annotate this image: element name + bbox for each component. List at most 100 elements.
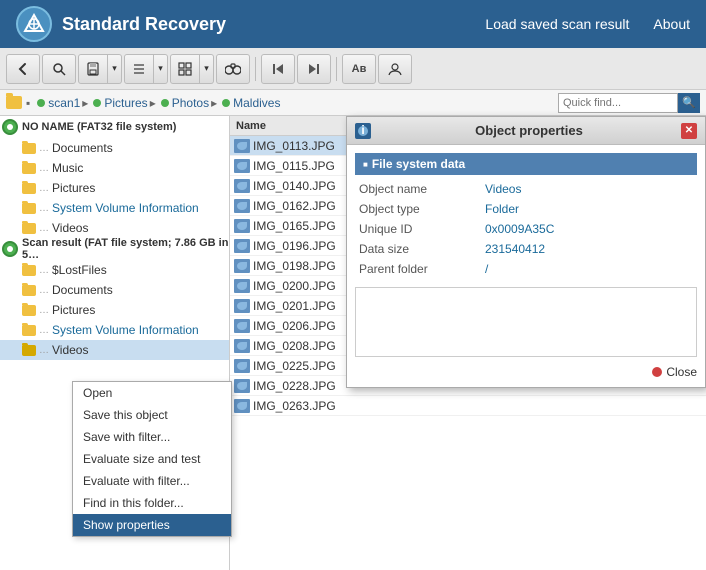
context-save-filter[interactable]: Save with filter...	[73, 426, 231, 448]
dialog-close-button[interactable]: Close	[652, 365, 697, 379]
file-img-icon	[234, 199, 250, 213]
value-parent-folder: /	[485, 262, 697, 276]
tree-item-pictures-1[interactable]: … Pictures	[0, 178, 229, 198]
file-img-icon	[234, 179, 250, 193]
file-cell-name: IMG_0200.JPG	[230, 279, 360, 293]
breadcrumb-folder-icon	[6, 96, 22, 109]
dialog-fields: Object name Videos Object type Folder Un…	[355, 179, 697, 279]
file-img-icon	[234, 239, 250, 253]
context-menu: Open Save this object Save with filter..…	[72, 381, 232, 537]
file-img-icon	[234, 299, 250, 313]
tree-item-music[interactable]: … Music	[0, 158, 229, 178]
list-view-button[interactable]	[124, 54, 154, 84]
file-name-text: IMG_0263.JPG	[253, 399, 336, 413]
dialog-textarea[interactable]	[355, 287, 697, 357]
save-dropdown[interactable]: ▾	[108, 54, 122, 84]
close-button-label: Close	[666, 365, 697, 379]
quick-find-button[interactable]: 🔍	[678, 93, 700, 113]
file-cell-name: IMG_0206.JPG	[230, 319, 360, 333]
tree-section-2[interactable]: Scan result (FAT file system; 7.86 GB in…	[0, 238, 229, 260]
tree-item-documents-2[interactable]: … Documents	[0, 280, 229, 300]
tree-item-pictures-2[interactable]: … Pictures	[0, 300, 229, 320]
tree-item-sysvolinfo-1[interactable]: … System Volume Information	[0, 198, 229, 218]
file-name-text: IMG_0206.JPG	[253, 319, 336, 333]
file-name-text: IMG_0198.JPG	[253, 259, 336, 273]
tree-item-sysvolinfo-2[interactable]: … System Volume Information	[0, 320, 229, 340]
file-img-icon	[234, 219, 250, 233]
file-cell-name: IMG_0201.JPG	[230, 299, 360, 313]
user-button[interactable]	[378, 54, 412, 84]
file-img-icon	[234, 139, 250, 153]
dialog-section-label: File system data	[355, 153, 697, 175]
app-title: Standard Recovery	[62, 14, 226, 35]
file-cell-name: IMG_0225.JPG	[230, 359, 360, 373]
col-header-name: Name	[230, 116, 360, 135]
app-header: Standard Recovery Load saved scan result…	[0, 0, 706, 48]
context-evaluate-size[interactable]: Evaluate size and test	[73, 448, 231, 470]
quick-find: 🔍	[558, 93, 700, 113]
breadcrumb-item-1[interactable]: scan1	[48, 96, 80, 110]
about-link[interactable]: About	[653, 16, 690, 32]
dialog-row-datasize: Data size 231540412	[355, 239, 697, 259]
value-object-name: Videos	[485, 182, 697, 196]
file-name-text: IMG_0201.JPG	[253, 299, 336, 313]
list-view-dropdown[interactable]: ▾	[154, 54, 168, 84]
tree-item-videos-2[interactable]: … Videos	[0, 340, 229, 360]
binoculars-button[interactable]	[216, 54, 250, 84]
dialog-titlebar: i Object properties ✕	[347, 117, 705, 145]
separator-2	[336, 57, 337, 81]
file-name-text: IMG_0162.JPG	[253, 199, 336, 213]
search-button[interactable]	[42, 54, 76, 84]
folder-icon	[22, 143, 36, 154]
file-row[interactable]: IMG_0263.JPG	[230, 396, 706, 416]
file-img-icon	[234, 399, 250, 413]
file-cell-name: IMG_0162.JPG	[230, 199, 360, 213]
save-button[interactable]	[78, 54, 108, 84]
label-parent-folder: Parent folder	[355, 262, 485, 276]
breadcrumb-sep-1: ▸	[82, 96, 88, 110]
dialog-close-x-button[interactable]: ✕	[681, 123, 697, 139]
folder-icon	[22, 325, 36, 336]
dialog-row-parentfolder: Parent folder /	[355, 259, 697, 279]
file-name-text: IMG_0225.JPG	[253, 359, 336, 373]
context-show-properties[interactable]: Show properties	[73, 514, 231, 536]
breadcrumb-item-4[interactable]: Maldives	[233, 96, 280, 110]
folder-icon	[22, 223, 36, 234]
quick-find-input[interactable]	[558, 93, 678, 113]
grid-view-button[interactable]	[170, 54, 200, 84]
back-button[interactable]	[6, 54, 40, 84]
context-open[interactable]: Open	[73, 382, 231, 404]
folder-icon	[22, 345, 36, 356]
tree-label-documents-2: Documents	[52, 283, 113, 297]
tree-item-documents-1[interactable]: … Documents	[0, 138, 229, 158]
folder-icon	[22, 163, 36, 174]
file-name-text: IMG_0228.JPG	[253, 379, 336, 393]
file-img-icon	[234, 159, 250, 173]
breadcrumb-item-2[interactable]: Pictures	[104, 96, 147, 110]
prev-button[interactable]	[261, 54, 295, 84]
label-data-size: Data size	[355, 242, 485, 256]
tree-section-1[interactable]: NO NAME (FAT32 file system)	[0, 116, 229, 138]
file-img-icon	[234, 259, 250, 273]
context-find-folder[interactable]: Find in this folder...	[73, 492, 231, 514]
section-2-icon	[2, 241, 18, 257]
section-2-label: Scan result (FAT file system; 7.86 GB in…	[22, 237, 229, 261]
context-evaluate-filter[interactable]: Evaluate with filter...	[73, 470, 231, 492]
grid-view-dropdown[interactable]: ▾	[200, 54, 214, 84]
app-logo	[16, 6, 52, 42]
context-save-object[interactable]: Save this object	[73, 404, 231, 426]
load-scan-link[interactable]: Load saved scan result	[485, 16, 629, 32]
tree-item-lostfiles[interactable]: … $LostFiles	[0, 260, 229, 280]
tree-item-videos-1[interactable]: … Videos	[0, 218, 229, 238]
next-button[interactable]	[297, 54, 331, 84]
save-button-group: ▾	[78, 54, 122, 84]
font-button[interactable]: Aв	[342, 54, 376, 84]
breadcrumb-item-3[interactable]: Photos	[172, 96, 209, 110]
tree-label-sysvolinfo-2: System Volume Information	[52, 323, 199, 337]
section-1-icon	[2, 119, 18, 135]
breadcrumb-dot-4	[222, 99, 230, 107]
file-img-icon	[234, 319, 250, 333]
file-name-text: IMG_0200.JPG	[253, 279, 336, 293]
grid-view-group: ▾	[170, 54, 214, 84]
folder-icon	[22, 285, 36, 296]
